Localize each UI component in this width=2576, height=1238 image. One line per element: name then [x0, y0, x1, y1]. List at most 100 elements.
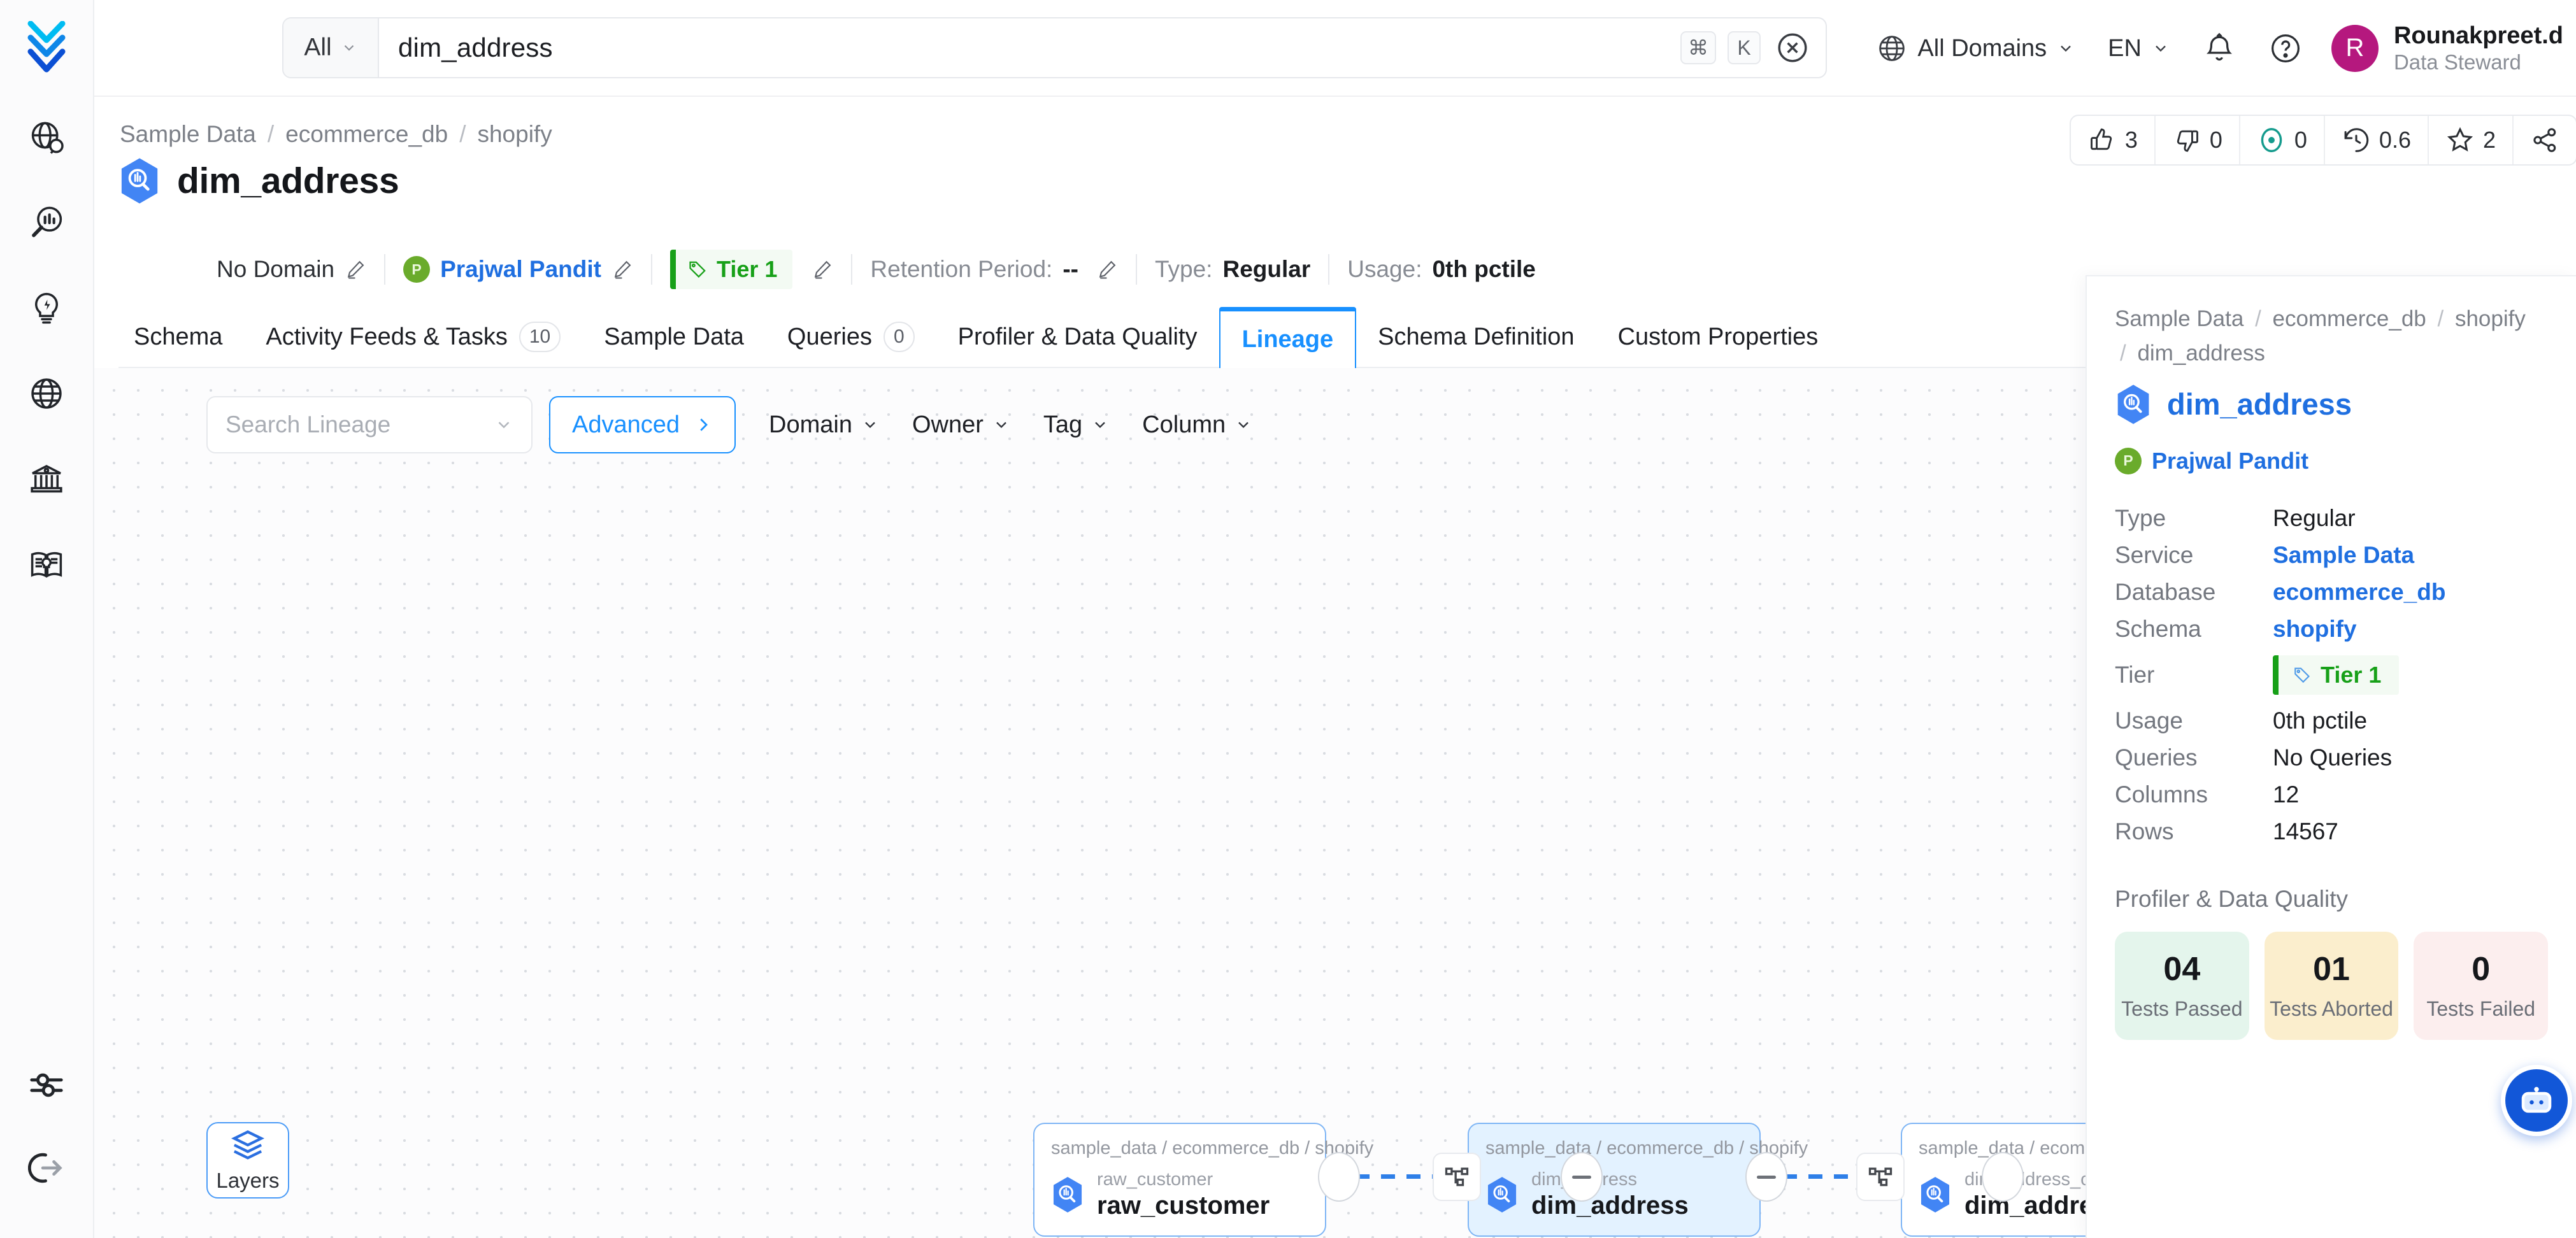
app-logo[interactable]: [0, 0, 94, 94]
tag-icon: [2293, 665, 2312, 685]
panel-title[interactable]: dim_address: [2167, 387, 2352, 422]
panel-breadcrumb-schema[interactable]: shopify: [2455, 306, 2526, 331]
sidebar-item-settings[interactable]: [16, 1060, 77, 1111]
upvote-count: 3: [2125, 127, 2138, 153]
tab-profiler-data-quality[interactable]: Profiler & Data Quality: [936, 307, 1219, 367]
domain-selector-label: All Domains: [1917, 35, 2047, 62]
sidebar-item-glossary[interactable]: [16, 539, 77, 590]
edit-pencil-icon[interactable]: [812, 259, 833, 280]
user-profile-button[interactable]: R Rounakpreet.d Data Steward: [2319, 22, 2576, 75]
tests-passed-card[interactable]: 04 Tests Passed: [2115, 932, 2249, 1040]
incident-status-badge[interactable]: 0: [2240, 116, 2325, 164]
chat-assistant-button[interactable]: [2501, 1065, 2572, 1136]
node-subtitle: raw_customer: [1097, 1169, 1270, 1190]
pipeline-edge-button[interactable]: [1856, 1153, 1905, 1201]
owner-chip[interactable]: P Prajwal Pandit: [403, 256, 601, 283]
downvote-button[interactable]: 0: [2156, 116, 2240, 164]
global-search-bar[interactable]: All dim_address ⌘ K: [282, 17, 1827, 78]
language-selector[interactable]: EN: [2091, 0, 2186, 97]
search-scope-dropdown[interactable]: All: [283, 18, 379, 77]
type-label: Type:: [1155, 256, 1213, 283]
property-key: Queries: [2115, 744, 2273, 771]
panel-section-title: Profiler & Data Quality: [2115, 886, 2548, 913]
advanced-search-button[interactable]: Advanced: [549, 396, 736, 453]
search-value: dim_address: [398, 32, 553, 63]
sidebar-item-insights[interactable]: [16, 197, 77, 248]
search-clear-icon[interactable]: [1776, 31, 1809, 64]
tab-custom-properties[interactable]: Custom Properties: [1596, 307, 1840, 367]
pipeline-edge-button[interactable]: [1433, 1153, 1481, 1201]
type-value: Regular: [1222, 256, 1310, 283]
notifications-button[interactable]: [2186, 0, 2252, 97]
freshness-badge[interactable]: 0.6: [2325, 116, 2429, 164]
pipeline-icon: [1443, 1163, 1471, 1191]
filter-tag[interactable]: Tag: [1027, 396, 1126, 453]
property-value[interactable]: Sample Data: [2273, 542, 2414, 569]
layers-button[interactable]: Layers: [206, 1122, 289, 1199]
sidebar-item-explore[interactable]: [16, 112, 77, 163]
search-shortcut-hint: ⌘ K: [1680, 31, 1826, 64]
edit-pencil-icon[interactable]: [1096, 259, 1118, 280]
panel-owner-chip[interactable]: P Prajwal Pandit: [2115, 448, 2548, 474]
lineage-node-selected[interactable]: sample_data / ecommerce_db / shopify dim…: [1468, 1123, 1761, 1237]
property-row-columns: Columns 12: [2115, 776, 2548, 813]
user-role: Data Steward: [2394, 50, 2563, 75]
status-badge[interactable]: Tier 1: [670, 250, 792, 289]
lineage-node[interactable]: sample_data / ecommerce_db / shopify raw…: [1033, 1123, 1326, 1237]
property-row-type: Type Regular: [2115, 500, 2548, 537]
follower-count: 2: [2483, 127, 2496, 153]
tier-field: Tier 1: [652, 250, 851, 289]
domain-value: No Domain: [217, 256, 334, 283]
search-lineage-input[interactable]: Search Lineage: [206, 396, 533, 453]
node-handle-right[interactable]: [1318, 1152, 1360, 1202]
upvote-button[interactable]: 3: [2071, 116, 2156, 164]
filter-domain[interactable]: Domain: [752, 396, 896, 453]
node-handle-left[interactable]: [1982, 1152, 2024, 1202]
tests-failed-card[interactable]: 0 Tests Failed: [2414, 932, 2548, 1040]
filter-owner[interactable]: Owner: [896, 396, 1027, 453]
lineage-edge[interactable]: [1356, 1174, 1433, 1179]
tests-aborted-card[interactable]: 01 Tests Aborted: [2265, 932, 2399, 1040]
lineage-edge[interactable]: [1783, 1174, 1857, 1179]
tab-queries[interactable]: Queries 0: [766, 307, 936, 367]
node-handle-right[interactable]: [1745, 1152, 1787, 1202]
follow-button[interactable]: 2: [2429, 116, 2514, 164]
tab-sample-data[interactable]: Sample Data: [582, 307, 766, 367]
tab-count: 0: [884, 322, 915, 352]
retention-value: --: [1063, 256, 1078, 283]
panel-breadcrumb-service[interactable]: Sample Data: [2115, 306, 2243, 331]
help-button[interactable]: [2252, 0, 2319, 97]
panel-breadcrumb-table[interactable]: dim_address: [2137, 341, 2265, 366]
domain-selector[interactable]: All Domains: [1860, 0, 2091, 97]
panel-properties: Type Regular Service Sample Data Databas…: [2115, 500, 2548, 850]
share-button[interactable]: [2514, 116, 2576, 164]
tab-activity-feeds-tasks[interactable]: Activity Feeds & Tasks 10: [244, 307, 582, 367]
breadcrumb-item-database[interactable]: ecommerce_db: [285, 121, 448, 148]
tab-label: Profiler & Data Quality: [958, 324, 1198, 351]
node-handle-left[interactable]: [1561, 1152, 1603, 1202]
tab-label: Sample Data: [604, 324, 744, 351]
breadcrumb-item-schema[interactable]: shopify: [477, 121, 552, 148]
property-key: Type: [2115, 505, 2273, 532]
sidebar-item-domains[interactable]: [16, 368, 77, 419]
search-input[interactable]: dim_address: [379, 32, 1680, 63]
property-value[interactable]: ecommerce_db: [2273, 579, 2445, 606]
breadcrumb-item-service[interactable]: Sample Data: [120, 121, 256, 148]
edit-pencil-icon[interactable]: [345, 259, 366, 280]
sidebar-item-govern[interactable]: [16, 453, 77, 504]
property-value[interactable]: shopify: [2273, 616, 2357, 643]
tests-passed-label: Tests Passed: [2121, 997, 2242, 1021]
kbd-k: K: [1728, 31, 1761, 64]
sidebar-item-logout[interactable]: [16, 1142, 77, 1193]
tab-schema[interactable]: Schema: [118, 307, 244, 367]
tab-lineage[interactable]: Lineage: [1219, 307, 1357, 368]
edit-pencil-icon[interactable]: [612, 259, 633, 280]
sidebar-item-incidents[interactable]: [16, 283, 77, 334]
panel-breadcrumb-database[interactable]: ecommerce_db: [2273, 306, 2426, 331]
tests-failed-count: 0: [2472, 950, 2490, 988]
chevron-down-icon: [2152, 39, 2170, 57]
status-badge[interactable]: Tier 1: [2273, 655, 2399, 695]
filter-column[interactable]: Column: [1126, 396, 1269, 453]
tab-count: 10: [519, 322, 561, 352]
tab-schema-definition[interactable]: Schema Definition: [1356, 307, 1596, 367]
